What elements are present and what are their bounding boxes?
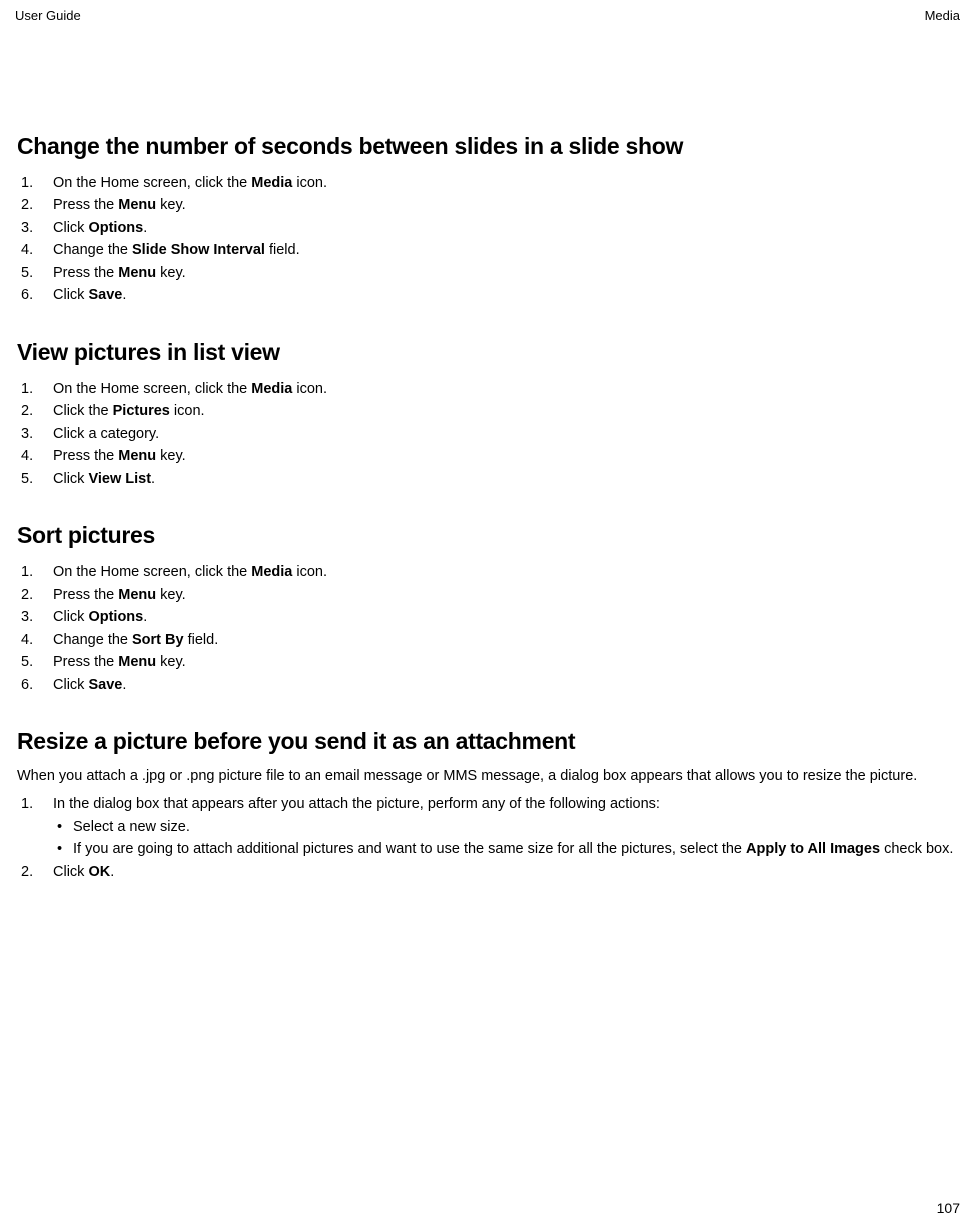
step-item: Change the Sort By field. <box>17 629 958 651</box>
bold-text: Menu <box>118 265 156 281</box>
step-item: In the dialog box that appears after you… <box>17 793 958 861</box>
bold-text: Save <box>88 677 122 693</box>
sub-list: Select a new size.If you are going to at… <box>53 817 958 861</box>
step-item: On the Home screen, click the Media icon… <box>17 172 958 194</box>
bold-text: Menu <box>118 448 156 464</box>
sub-item: If you are going to attach additional pi… <box>53 839 958 861</box>
bold-text: Menu <box>118 587 156 603</box>
bold-text: Options <box>88 220 143 236</box>
step-item: Press the Menu key. <box>17 262 958 284</box>
section-title: Sort pictures <box>17 522 958 549</box>
step-item: Click Save. <box>17 284 958 306</box>
header-left: User Guide <box>15 8 81 23</box>
section-intro: When you attach a .jpg or .png picture f… <box>17 767 958 787</box>
step-item: Click the Pictures icon. <box>17 400 958 422</box>
section-title: Change the number of seconds between sli… <box>17 133 958 160</box>
bold-text: Apply to All Images <box>746 841 880 857</box>
page-number: 107 <box>937 1200 960 1216</box>
bold-text: Pictures <box>113 403 170 419</box>
step-list: In the dialog box that appears after you… <box>17 793 958 883</box>
bold-text: Media <box>251 381 292 397</box>
step-list: On the Home screen, click the Media icon… <box>17 561 958 696</box>
step-item: Click Options. <box>17 606 958 628</box>
step-item: Press the Menu key. <box>17 651 958 673</box>
sub-item: Select a new size. <box>53 817 958 839</box>
step-item: Press the Menu key. <box>17 445 958 467</box>
bold-text: Options <box>88 609 143 625</box>
step-item: Press the Menu key. <box>17 584 958 606</box>
step-item: Click Options. <box>17 217 958 239</box>
step-item: Click a category. <box>17 423 958 445</box>
step-list: On the Home screen, click the Media icon… <box>17 172 958 307</box>
step-item: Change the Slide Show Interval field. <box>17 239 958 261</box>
step-item: Click View List. <box>17 468 958 490</box>
step-item: On the Home screen, click the Media icon… <box>17 378 958 400</box>
bold-text: Slide Show Interval <box>132 242 265 258</box>
bold-text: OK <box>88 864 110 880</box>
step-item: Press the Menu key. <box>17 194 958 216</box>
step-item: Click Save. <box>17 674 958 696</box>
section-title: View pictures in list view <box>17 339 958 366</box>
bold-text: Sort By <box>132 632 184 648</box>
bold-text: Menu <box>118 654 156 670</box>
step-item: On the Home screen, click the Media icon… <box>17 561 958 583</box>
section-title: Resize a picture before you send it as a… <box>17 728 958 755</box>
step-item: Click OK. <box>17 861 958 883</box>
bold-text: Media <box>251 564 292 580</box>
bold-text: Save <box>88 287 122 303</box>
page-content: Change the number of seconds between sli… <box>15 133 960 883</box>
bold-text: View List <box>88 471 151 487</box>
header-right: Media <box>925 8 960 23</box>
bold-text: Media <box>251 175 292 191</box>
page-header: User Guide Media <box>15 8 960 23</box>
bold-text: Menu <box>118 197 156 213</box>
step-list: On the Home screen, click the Media icon… <box>17 378 958 490</box>
